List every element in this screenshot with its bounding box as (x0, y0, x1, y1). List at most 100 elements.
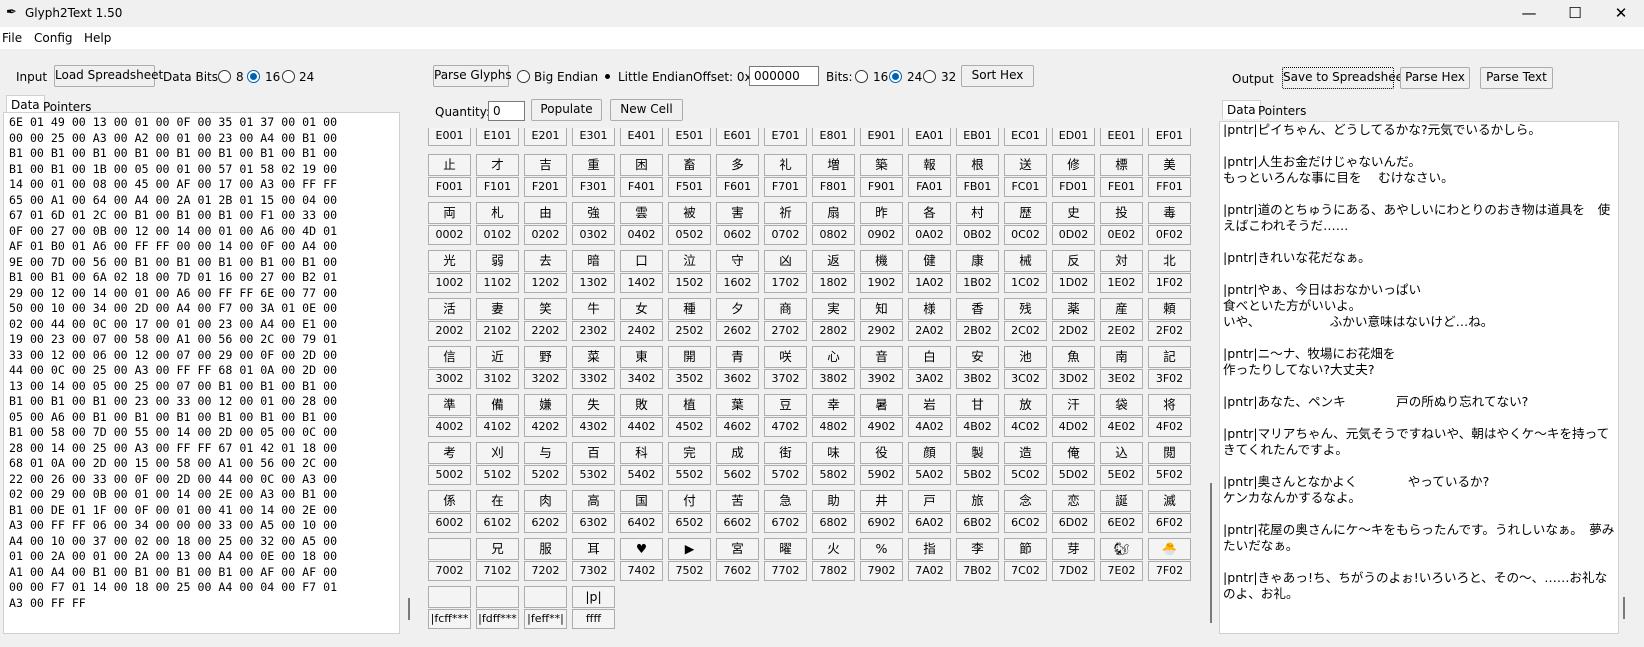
glyph-button[interactable]: 葉 (716, 394, 759, 416)
glyph-button[interactable]: 役 (860, 442, 903, 464)
populate-button[interactable]: Populate (531, 99, 602, 121)
glyph-code-button[interactable]: ED01 (1052, 128, 1095, 146)
glyph-button[interactable]: 魚 (1052, 346, 1095, 368)
glyph-button[interactable]: 🐣 (1148, 538, 1191, 560)
glyph-button[interactable]: 種 (668, 298, 711, 320)
glyph-button[interactable]: 芽 (1052, 538, 1095, 560)
glyph-code-button[interactable]: 5E02 (1100, 465, 1143, 485)
glyph-code-button[interactable]: E301 (572, 128, 615, 146)
glyph-code-button[interactable]: 7102 (476, 561, 519, 581)
glyph-code-button[interactable]: 5902 (860, 465, 903, 485)
close-button[interactable]: ✕ (1598, 0, 1644, 27)
glyph-button[interactable]: 宮 (716, 538, 759, 560)
glyph-code-button[interactable]: 0802 (812, 225, 855, 245)
glyph-button[interactable]: 野 (524, 346, 567, 368)
glyph-button[interactable]: 東 (620, 346, 663, 368)
glyph-code-button[interactable]: 3402 (620, 369, 663, 389)
glyph-code-button[interactable]: 3002 (428, 369, 471, 389)
glyph-code-button[interactable]: 5102 (476, 465, 519, 485)
glyph-code-button[interactable]: 3702 (764, 369, 807, 389)
glyph-code-button[interactable]: |fdff*** (476, 609, 519, 629)
glyph-code-button[interactable]: 0F02 (1148, 225, 1191, 245)
glyph-code-button[interactable]: 4902 (860, 417, 903, 437)
glyph-code-button[interactable]: 0C02 (1004, 225, 1047, 245)
glyph-button[interactable] (524, 586, 567, 608)
glyph-button[interactable]: 札 (476, 202, 519, 224)
glyph-code-button[interactable]: |fcff*** (428, 609, 471, 629)
glyph-code-button[interactable]: 0502 (668, 225, 711, 245)
glyph-code-button[interactable]: FF01 (1148, 177, 1191, 197)
glyph-button[interactable]: 困 (620, 154, 663, 176)
glyph-button[interactable]: 近 (476, 346, 519, 368)
glyph-button[interactable] (476, 586, 519, 608)
glyph-code-button[interactable]: 2302 (572, 321, 615, 341)
glyph-code-button[interactable]: 1902 (860, 273, 903, 293)
glyph-button[interactable]: 指 (908, 538, 951, 560)
glyph-code-button[interactable]: 4802 (812, 417, 855, 437)
glyph-code-button[interactable]: 1A02 (908, 273, 951, 293)
glyph-code-button[interactable]: E801 (812, 128, 855, 146)
glyph-code-button[interactable]: 5802 (812, 465, 855, 485)
glyph-button[interactable]: 幸 (812, 394, 855, 416)
glyph-code-button[interactable]: 4202 (524, 417, 567, 437)
glyph-code-button[interactable]: E601 (716, 128, 759, 146)
glyph-code-button[interactable]: E701 (764, 128, 807, 146)
glyph-code-button[interactable]: 7502 (668, 561, 711, 581)
glyph-button[interactable]: 害 (716, 202, 759, 224)
glyph-button[interactable]: 造 (1004, 442, 1047, 464)
glyph-button[interactable]: 被 (668, 202, 711, 224)
glyph-code-button[interactable]: 0602 (716, 225, 759, 245)
glyph-button[interactable]: 泣 (668, 250, 711, 272)
glyph-button[interactable]: 産 (1100, 298, 1143, 320)
glyph-code-button[interactable]: 1D02 (1052, 273, 1095, 293)
hex-scrollbar[interactable] (408, 598, 410, 620)
glyph-button[interactable]: 実 (812, 298, 855, 320)
glyph-code-button[interactable]: EE01 (1100, 128, 1143, 146)
glyph-button[interactable]: 恋 (1052, 490, 1095, 512)
glyph-code-button[interactable]: 6502 (668, 513, 711, 533)
glyph-code-button[interactable]: 4702 (764, 417, 807, 437)
glyph-button[interactable]: 与 (524, 442, 567, 464)
glyph-code-button[interactable]: 7F02 (1148, 561, 1191, 581)
glyph-code-button[interactable]: 7002 (428, 561, 471, 581)
glyph-code-button[interactable]: 4402 (620, 417, 663, 437)
glyph-code-button[interactable]: ffff (572, 609, 615, 629)
glyph-button[interactable]: 牛 (572, 298, 615, 320)
glyph-code-button[interactable]: 7302 (572, 561, 615, 581)
glyph-button[interactable]: 雲 (620, 202, 663, 224)
glyph-button[interactable]: 豆 (764, 394, 807, 416)
glyph-code-button[interactable]: 1C02 (1004, 273, 1047, 293)
glyph-code-button[interactable]: 4D02 (1052, 417, 1095, 437)
glyph-button[interactable]: 白 (908, 346, 951, 368)
glyph-code-button[interactable]: 2C02 (1004, 321, 1047, 341)
glyph-button[interactable]: 商 (764, 298, 807, 320)
glyph-button[interactable]: 強 (572, 202, 615, 224)
glyph-button[interactable]: 曜 (764, 538, 807, 560)
glyph-code-button[interactable]: 6302 (572, 513, 615, 533)
glyph-code-button[interactable]: 0202 (524, 225, 567, 245)
glyph-code-button[interactable]: 4E02 (1100, 417, 1143, 437)
glyph-button[interactable]: 弱 (476, 250, 519, 272)
glyph-button[interactable]: 🐿 (1100, 538, 1143, 560)
glyph-button[interactable]: 放 (1004, 394, 1047, 416)
glyph-code-button[interactable]: 2602 (716, 321, 759, 341)
glyph-button[interactable]: ▶ (668, 538, 711, 560)
glyph-code-button[interactable]: F001 (428, 177, 471, 197)
glyph-code-button[interactable]: F401 (620, 177, 663, 197)
quantity-input[interactable]: 0 (488, 101, 525, 121)
glyph-code-button[interactable]: 5302 (572, 465, 615, 485)
glyph-button[interactable]: 助 (812, 490, 855, 512)
glyph-button[interactable]: 修 (1052, 154, 1095, 176)
glyph-button[interactable]: 顔 (908, 442, 951, 464)
glyph-button[interactable]: 去 (524, 250, 567, 272)
glyph-button[interactable]: 岩 (908, 394, 951, 416)
glyph-code-button[interactable]: 4302 (572, 417, 615, 437)
glyph-code-button[interactable]: 0302 (572, 225, 615, 245)
hex-data-textbox[interactable]: 6E 01 49 00 13 00 01 00 0F 00 35 01 37 0… (3, 112, 400, 634)
glyph-code-button[interactable]: 0E02 (1100, 225, 1143, 245)
glyph-code-button[interactable]: 7202 (524, 561, 567, 581)
glyph-code-button[interactable]: 7702 (764, 561, 807, 581)
glyph-button[interactable]: 女 (620, 298, 663, 320)
glyph-button[interactable]: 耳 (572, 538, 615, 560)
glyph-code-button[interactable]: 0A02 (908, 225, 951, 245)
